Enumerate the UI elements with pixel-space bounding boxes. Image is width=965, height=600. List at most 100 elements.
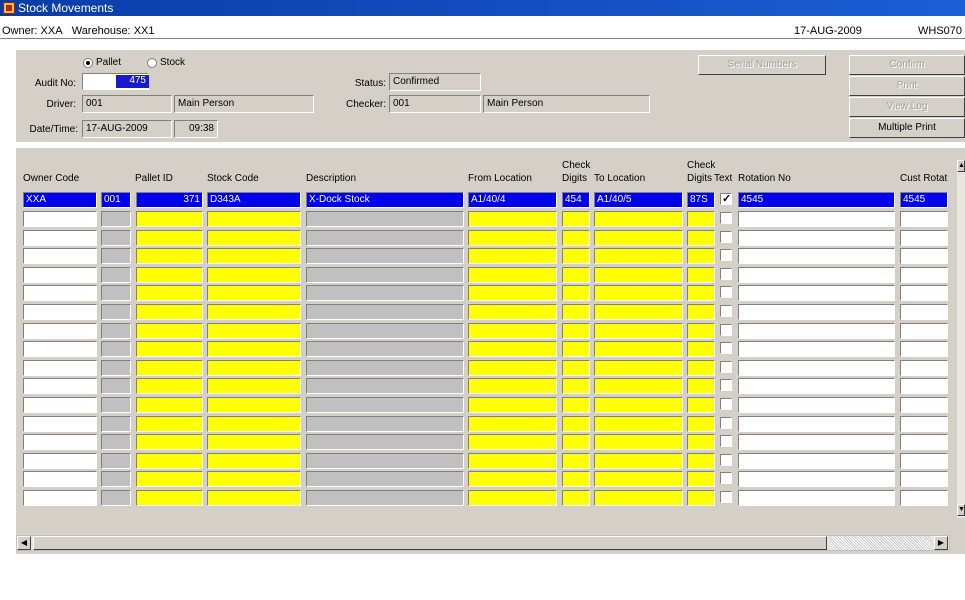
cell-from-location[interactable]: A1/40/4 [468,192,557,208]
empty-cell-pallet-id[interactable] [136,341,203,358]
empty-cell-from-location[interactable] [468,378,557,395]
empty-cell-to-location[interactable] [594,359,683,376]
empty-cell-sub-code[interactable] [101,452,131,469]
empty-cell-cust-rotat[interactable] [900,322,948,339]
empty-cell-stock-code[interactable] [207,266,301,283]
empty-cell-to-location[interactable] [594,248,683,265]
empty-cell-description[interactable] [306,341,464,358]
empty-cell-pallet-id[interactable] [136,415,203,432]
scroll-left-icon[interactable]: ◀ [17,536,31,550]
empty-cell-stock-code[interactable] [207,378,301,395]
empty-cell-cust-rotat[interactable] [900,248,948,265]
empty-cell-from-location[interactable] [468,211,557,227]
empty-cell-stock-code[interactable] [207,452,301,469]
empty-cell-check-to[interactable] [687,378,715,395]
empty-cell-sub-code[interactable] [101,471,131,488]
empty-cell-to-location[interactable] [594,471,683,488]
empty-cell-description[interactable] [306,229,464,246]
empty-cell-to-location[interactable] [594,322,683,339]
empty-cell-to-location[interactable] [594,285,683,302]
empty-cell-sub-code[interactable] [101,341,131,358]
empty-text-checkbox[interactable] [720,491,732,503]
empty-text-checkbox[interactable] [720,267,732,280]
empty-cell-pallet-id[interactable] [136,266,203,283]
empty-cell-sub-code[interactable] [101,378,131,395]
empty-cell-stock-code[interactable] [207,285,301,302]
empty-cell-description[interactable] [306,378,464,395]
horizontal-scrollbar[interactable]: ◀ ▶ [16,535,950,551]
empty-cell-rotation-no[interactable] [738,322,895,339]
print-button[interactable]: Print [849,76,965,96]
empty-cell-check-from[interactable] [562,415,590,432]
radio-pallet[interactable] [83,58,93,68]
empty-cell-check-from[interactable] [562,229,590,246]
empty-text-checkbox[interactable] [720,472,732,485]
empty-cell-check-from[interactable] [562,434,590,451]
scroll-right-icon[interactable]: ▶ [934,536,948,550]
cell-text-checkbox[interactable] [720,192,732,205]
empty-text-checkbox[interactable] [720,230,732,243]
empty-cell-rotation-no[interactable] [738,452,895,469]
empty-cell-description[interactable] [306,322,464,339]
empty-cell-to-location[interactable] [594,452,683,469]
empty-cell-pallet-id[interactable] [136,471,203,488]
empty-cell-rotation-no[interactable] [738,341,895,358]
empty-text-checkbox[interactable] [720,323,732,336]
empty-cell-check-to[interactable] [687,452,715,469]
cell-check-from[interactable]: 454 [562,192,590,208]
empty-cell-check-from[interactable] [562,359,590,376]
empty-cell-check-from[interactable] [562,304,590,320]
empty-cell-check-from[interactable] [562,471,590,488]
empty-cell-check-to[interactable] [687,211,715,227]
empty-cell-to-location[interactable] [594,397,683,413]
empty-cell-from-location[interactable] [468,304,557,320]
empty-cell-check-from[interactable] [562,285,590,302]
date-field[interactable]: 17-AUG-2009 [82,120,172,138]
cell-sub-code[interactable]: 001 [101,192,131,208]
vertical-scrollbar[interactable]: ▲ ▼ [957,160,965,518]
cell-to-location[interactable]: A1/40/5 [594,192,683,208]
empty-cell-pallet-id[interactable] [136,285,203,302]
empty-text-checkbox[interactable] [720,453,732,466]
scroll-up-icon[interactable]: ▲ [957,160,965,172]
empty-cell-from-location[interactable] [468,434,557,451]
empty-cell-rotation-no[interactable] [738,285,895,302]
empty-cell-rotation-no[interactable] [738,378,895,395]
empty-cell-pallet-id[interactable] [136,229,203,246]
empty-cell-rotation-no[interactable] [738,415,895,432]
empty-cell-to-location[interactable] [594,341,683,358]
empty-cell-to-location[interactable] [594,211,683,227]
empty-cell-pallet-id[interactable] [136,490,203,506]
empty-cell-from-location[interactable] [468,471,557,488]
empty-cell-cust-rotat[interactable] [900,397,948,413]
empty-cell-stock-code[interactable] [207,229,301,246]
empty-cell-check-to[interactable] [687,304,715,320]
empty-cell-rotation-no[interactable] [738,304,895,320]
empty-cell-check-to[interactable] [687,471,715,488]
empty-cell-rotation-no[interactable] [738,359,895,376]
empty-cell-stock-code[interactable] [207,471,301,488]
empty-text-checkbox[interactable] [720,416,732,429]
horizontal-scroll-thumb[interactable] [33,536,827,550]
empty-cell-to-location[interactable] [594,229,683,246]
empty-cell-description[interactable] [306,248,464,265]
empty-cell-check-from[interactable] [562,322,590,339]
empty-cell-stock-code[interactable] [207,415,301,432]
empty-cell-check-to[interactable] [687,322,715,339]
empty-cell-description[interactable] [306,471,464,488]
confirm-button[interactable]: Confirm [849,55,965,75]
empty-cell-check-to[interactable] [687,266,715,283]
empty-cell-sub-code[interactable] [101,415,131,432]
empty-cell-from-location[interactable] [468,341,557,358]
empty-cell-description[interactable] [306,285,464,302]
empty-cell-sub-code[interactable] [101,322,131,339]
empty-cell-check-from[interactable] [562,248,590,265]
empty-cell-from-location[interactable] [468,229,557,246]
driver-name-field[interactable]: Main Person [174,95,314,113]
empty-cell-cust-rotat[interactable] [900,415,948,432]
empty-cell-stock-code[interactable] [207,248,301,265]
empty-cell-sub-code[interactable] [101,397,131,413]
empty-text-checkbox[interactable] [720,286,732,299]
empty-cell-to-location[interactable] [594,415,683,432]
empty-cell-description[interactable] [306,266,464,283]
